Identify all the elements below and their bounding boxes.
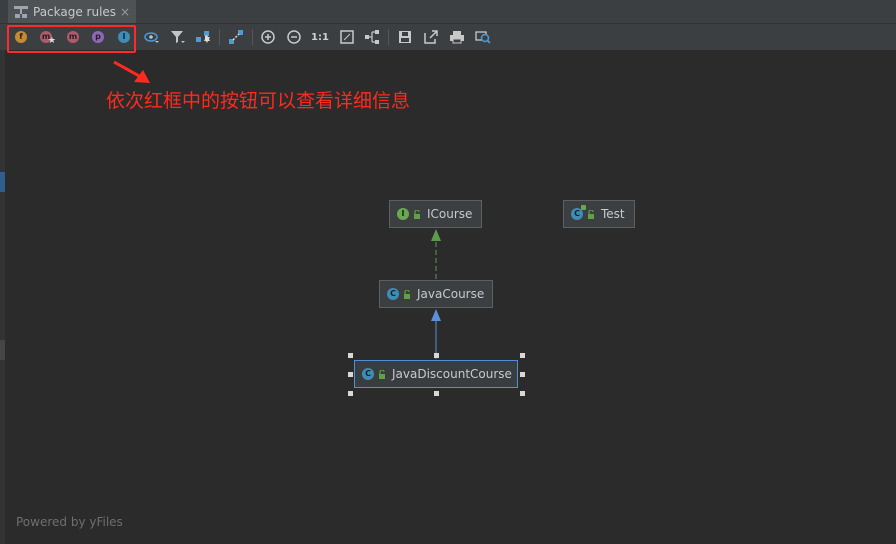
annotation-arrowhead	[134, 70, 150, 83]
resize-handle[interactable]	[520, 353, 525, 358]
node-icourse[interactable]: I ICourse	[389, 200, 482, 228]
annotation-layer	[113, 60, 441, 359]
class-icon: C	[362, 368, 374, 380]
node-test[interactable]: C Test	[563, 200, 635, 228]
node-label: ICourse	[427, 207, 473, 221]
public-lock-icon	[414, 209, 420, 219]
class-icon: C	[387, 288, 399, 300]
class-runnable-icon: C	[571, 205, 586, 220]
run-badge-icon	[581, 205, 586, 210]
resize-handle[interactable]	[348, 353, 353, 358]
public-lock-icon	[379, 369, 385, 379]
resize-handle[interactable]	[348, 391, 353, 396]
public-lock-icon	[588, 209, 594, 219]
interface-icon: I	[397, 208, 409, 220]
resize-handle[interactable]	[520, 391, 525, 396]
resize-handle[interactable]	[348, 372, 353, 377]
node-label: Test	[601, 207, 625, 221]
resize-handle[interactable]	[520, 372, 525, 377]
resize-handle[interactable]	[434, 353, 439, 358]
annotation-arrow	[113, 60, 142, 79]
extends-arrowhead	[431, 309, 441, 321]
node-javadiscountcourse[interactable]: C JavaDiscountCourse	[354, 360, 518, 388]
annotation-text: 依次红框中的按钮可以查看详细信息	[106, 90, 411, 112]
node-javacourse[interactable]: C JavaCourse	[379, 280, 493, 308]
resize-handle[interactable]	[434, 391, 439, 396]
implements-arrowhead	[431, 229, 441, 241]
node-label: JavaDiscountCourse	[392, 367, 512, 381]
public-lock-icon	[404, 289, 410, 299]
powered-by-label: Powered by yFiles	[16, 515, 123, 529]
node-label: JavaCourse	[417, 287, 485, 301]
